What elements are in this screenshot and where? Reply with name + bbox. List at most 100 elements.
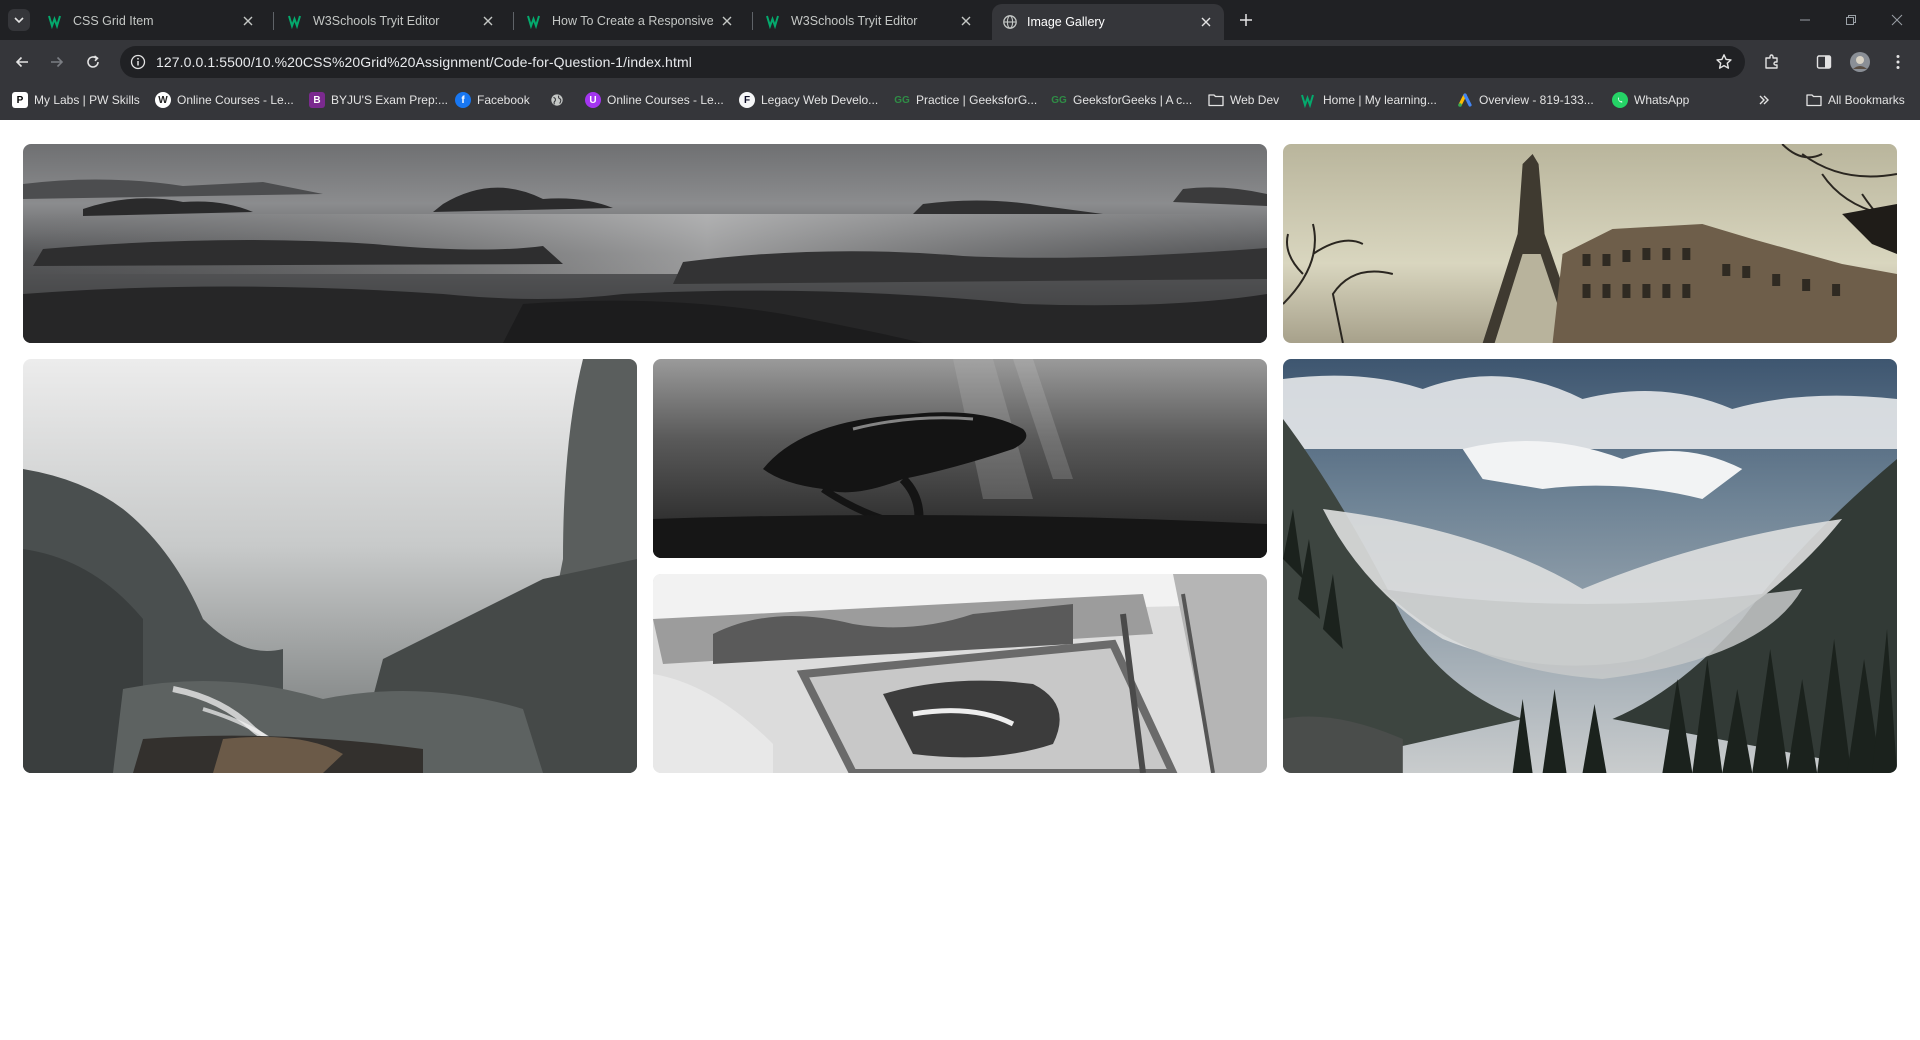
close-icon [1891, 14, 1903, 26]
tab-title: Image Gallery [1027, 15, 1105, 29]
tab-title: W3Schools Tryit Editor [791, 13, 918, 28]
globe-icon [549, 92, 565, 108]
side-panel-icon [1816, 55, 1832, 69]
w3schools-icon [48, 13, 64, 29]
restore-icon [1846, 15, 1856, 25]
bookmark-label: GeeksforGeeks | A c... [1073, 93, 1193, 107]
restore-button[interactable] [1828, 0, 1874, 40]
close-icon[interactable] [480, 13, 496, 29]
chevron-down-icon [14, 17, 24, 24]
bookmark-my-learning[interactable]: Home | My learning... [1301, 91, 1437, 109]
gallery-image-eiffel-tower [1283, 144, 1897, 343]
bookmark-label: Practice | GeeksforG... [916, 93, 1038, 107]
bookmark-gfg[interactable]: GG GeeksforGeeks | A c... [1051, 91, 1192, 109]
bookmark-byjus[interactable]: B BYJU'S Exam Prep:... [309, 91, 448, 109]
new-tab-button[interactable] [1234, 8, 1258, 32]
address-bar[interactable]: 127.0.0.1:5500/10.%20CSS%20Grid%20Assign… [120, 46, 1745, 78]
window-close-button[interactable] [1874, 0, 1920, 40]
tab-separator [752, 12, 753, 30]
arrow-left-icon [15, 56, 28, 68]
back-button[interactable] [8, 48, 36, 76]
reload-button[interactable] [79, 48, 107, 76]
site-info-icon[interactable] [130, 54, 146, 70]
more-bookmarks-button[interactable] [1758, 91, 1770, 109]
minimize-button[interactable] [1782, 0, 1828, 40]
bookmark-online-courses-2[interactable]: U Online Courses - Le... [585, 91, 724, 109]
w3schools-icon [766, 13, 782, 29]
bookmark-legacy-web-dev[interactable]: F Legacy Web Develo... [739, 91, 878, 109]
gallery-image-couple-in-car [653, 574, 1267, 773]
whatsapp-icon [1612, 92, 1628, 108]
tab-title: W3Schools Tryit Editor [313, 13, 440, 28]
tab-title: How To Create a Responsive Im [552, 13, 713, 28]
bookmark-globe[interactable] [549, 91, 571, 109]
close-icon[interactable] [240, 13, 256, 29]
double-chevron-right-icon [1759, 95, 1769, 105]
bookmark-pw-skills[interactable]: P My Labs | PW Skills [12, 91, 140, 109]
gallery-image-underwater-swimmer [653, 359, 1267, 558]
bookmark-star-icon[interactable] [1715, 53, 1733, 71]
minimize-icon [1800, 19, 1810, 21]
bookmark-facebook[interactable]: f Facebook [455, 91, 530, 109]
tab-responsive-image[interactable]: How To Create a Responsive Im [517, 5, 745, 36]
image-gallery-grid [23, 144, 1897, 773]
tab-image-gallery[interactable]: Image Gallery [992, 4, 1224, 40]
close-icon[interactable] [1198, 14, 1214, 30]
globe-icon [1002, 14, 1018, 30]
bookmark-label: All Bookmarks [1828, 93, 1905, 107]
tab-title: CSS Grid Item [73, 13, 154, 28]
extensions-button[interactable] [1760, 50, 1784, 74]
bookmark-gfg-practice[interactable]: GG Practice | GeeksforG... [894, 91, 1037, 109]
url-text: 127.0.0.1:5500/10.%20CSS%20Grid%20Assign… [156, 54, 692, 70]
bookmark-label: Overview - 819-133... [1479, 93, 1594, 107]
google-ads-icon [1457, 92, 1473, 108]
gallery-image-seashore [23, 144, 1267, 343]
tab-w3schools-tryit-1[interactable]: W3Schools Tryit Editor [278, 5, 506, 36]
bookmark-overview-ads[interactable]: Overview - 819-133... [1457, 91, 1594, 109]
puzzle-icon [1765, 54, 1778, 69]
udemy-icon: U [585, 92, 601, 108]
underwater-swimmer-photo [653, 359, 1267, 558]
tab-strip: CSS Grid Item W3Schools Tryit Editor How… [0, 0, 1920, 40]
misty-canyon-photo [23, 359, 637, 773]
tab-css-grid-item[interactable]: CSS Grid Item [38, 5, 266, 36]
bookmark-whatsapp[interactable]: WhatsApp [1612, 91, 1689, 109]
w3schools-icon [1301, 92, 1317, 108]
forward-button[interactable] [43, 48, 71, 76]
navigation-toolbar: 127.0.0.1:5500/10.%20CSS%20Grid%20Assign… [0, 40, 1920, 84]
gallery-image-misty-canyon [23, 359, 637, 773]
freecodecamp-icon: F [739, 92, 755, 108]
page-viewport [0, 120, 1920, 1040]
folder-icon [1208, 92, 1224, 108]
arrow-right-icon [51, 56, 64, 68]
facebook-icon: f [455, 92, 471, 108]
all-bookmarks-button[interactable]: All Bookmarks [1806, 91, 1905, 109]
chrome-menu-button[interactable] [1886, 50, 1910, 74]
bookmark-online-courses-1[interactable]: W Online Courses - Le... [155, 91, 294, 109]
side-panel-button[interactable] [1812, 50, 1836, 74]
tab-w3schools-tryit-2[interactable]: W3Schools Tryit Editor [756, 5, 984, 36]
close-icon[interactable] [958, 13, 974, 29]
w3schools-icon [527, 13, 543, 29]
bookmark-label: Facebook [477, 93, 530, 107]
wordpress-icon: W [155, 92, 171, 108]
byjus-icon: B [309, 92, 325, 108]
bookmark-label: WhatsApp [1634, 93, 1690, 107]
profile-avatar-button[interactable] [1848, 50, 1872, 74]
bookmark-folder-web-dev[interactable]: Web Dev [1208, 91, 1279, 109]
tab-separator [513, 12, 514, 30]
pw-icon: P [12, 92, 28, 108]
folder-icon [1806, 92, 1822, 108]
browser-chrome: CSS Grid Item W3Schools Tryit Editor How… [0, 0, 1920, 120]
couple-in-car-photo [653, 574, 1267, 773]
bookmark-label: Legacy Web Develo... [761, 93, 879, 107]
tab-search-button[interactable] [8, 9, 30, 31]
plus-icon [1240, 14, 1252, 26]
tab-separator [273, 12, 274, 30]
bookmark-label: Home | My learning... [1323, 93, 1437, 107]
gallery-image-foggy-mountains [1283, 359, 1897, 773]
w3schools-icon [288, 13, 304, 29]
avatar-icon [1850, 52, 1870, 72]
close-icon[interactable] [719, 13, 735, 29]
gfg-icon: GG [1051, 94, 1067, 106]
